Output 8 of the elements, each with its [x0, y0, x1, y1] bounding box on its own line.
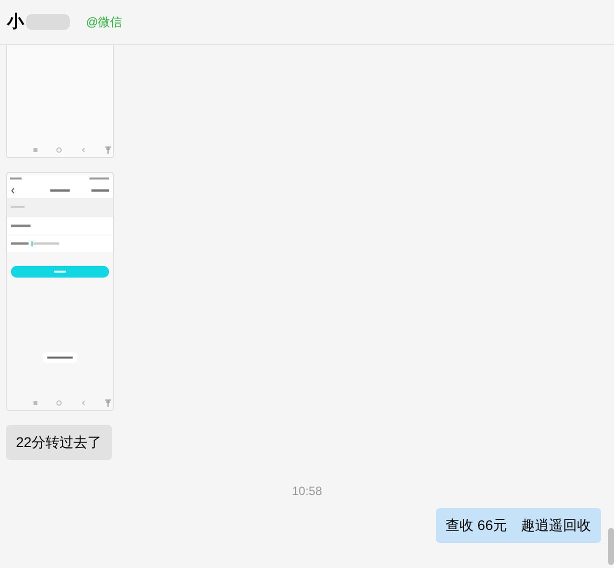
message-bubble: 22分转过去了 [6, 425, 112, 460]
message-time: 10:58 [292, 483, 322, 500]
source-label: @微信 [86, 14, 122, 31]
contact-name: 小 [7, 11, 24, 34]
message-bubble: 查收 66元 趣逍遥回收 [436, 508, 601, 543]
scrollbar-thumb[interactable] [608, 528, 614, 565]
phone-screenshot[interactable] [6, 45, 114, 158]
blurred-name-drawing [26, 12, 72, 32]
